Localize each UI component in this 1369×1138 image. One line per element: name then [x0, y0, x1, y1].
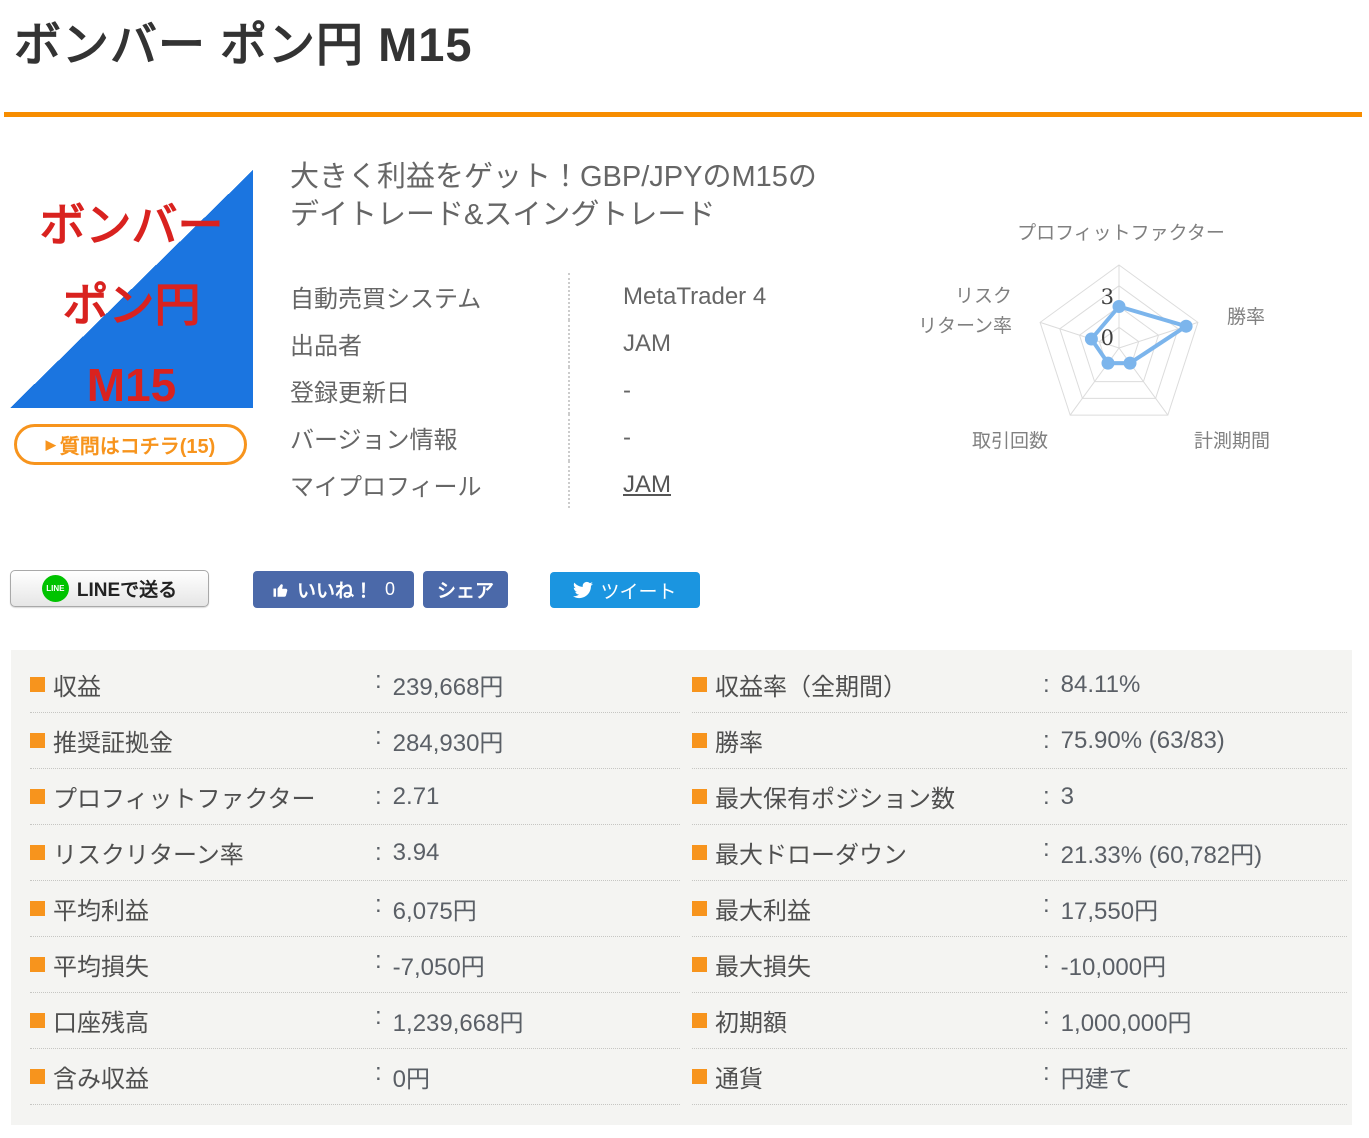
share-label: シェア [436, 581, 494, 602]
bullet-icon [692, 901, 707, 916]
stat-row-max-loss: 最大損失: -10,000円 [692, 937, 1347, 993]
tweet-label: ツイート [600, 581, 677, 603]
stat-row-max-drawdown: 最大ドローダウン:21.33% (60,782円) [692, 825, 1347, 881]
info-row: マイプロフィール JAM [290, 461, 890, 508]
info-value: - [568, 367, 631, 414]
bullet-icon [30, 1013, 45, 1028]
seller-profile-link[interactable]: JAM [623, 471, 671, 499]
radar-label-profit-factor: プロフィットファクター [1017, 222, 1225, 244]
question-button[interactable]: ▶ 質問はコチラ(15) [14, 424, 247, 465]
line-icon: LINE [41, 575, 69, 602]
info-value: JAM [568, 461, 671, 508]
stat-row-max-positions: 最大保有ポジション数:3 [692, 769, 1347, 825]
page-title: ボンバー ポン円 M15 [14, 18, 473, 71]
tweet-button[interactable]: ツイート [550, 572, 700, 608]
stat-row-unrealized: 含み収益:0円 [30, 1049, 680, 1105]
stat-row-balance: 口座残高:1,239,668円 [30, 993, 680, 1049]
product-thumbnail: ボンバー ポン円 M15 [10, 170, 253, 411]
stat-row-margin: 推奨証拠金:284,930円 [30, 713, 680, 769]
product-image-text: ボンバー [39, 199, 224, 251]
stat-row-avg-loss: 平均損失: -7,050円 [30, 937, 680, 993]
line-share-label: LINEで送る [76, 580, 178, 601]
stat-row-max-profit: 最大利益:17,550円 [692, 881, 1347, 937]
stat-row-initial-deposit: 初期額:1,000,000円 [692, 993, 1347, 1049]
bullet-icon [30, 845, 45, 860]
radar-label-risk-return-2: リターン率 [918, 315, 1012, 337]
bullet-icon [30, 789, 45, 804]
radar-tick-0: 0 [1101, 326, 1114, 350]
radar-label-risk-return-1: リスク [955, 285, 1012, 307]
bullet-icon [692, 845, 707, 860]
info-value: - [568, 414, 631, 461]
radar-tick-3: 3 [1101, 285, 1114, 309]
info-row: バージョン情報 - [290, 414, 890, 461]
bullet-icon [30, 901, 45, 916]
facebook-like-button[interactable]: いいね！ 0 [253, 571, 414, 608]
stats-column-left: 収益:239,668円 推奨証拠金:284,930円 プロフィットファクター:2… [30, 657, 680, 1105]
stats-column-right: 収益率（全期間）:84.11% 勝率:75.90% (63/83) 最大保有ポジ… [692, 657, 1347, 1105]
stat-row-risk-return: リスクリターン率:3.94 [30, 825, 680, 881]
bullet-icon [692, 789, 707, 804]
info-label: バージョン情報 [290, 427, 458, 454]
bullet-icon [30, 677, 45, 692]
stat-row-win-rate: 勝率:75.90% (63/83) [692, 713, 1347, 769]
stat-row-shueki: 収益:239,668円 [30, 657, 680, 713]
thumbs-up-icon [273, 583, 288, 597]
line-share-button[interactable]: LINE LINEで送る [10, 570, 209, 607]
twitter-bird-icon [573, 581, 594, 599]
bullet-icon [692, 733, 707, 748]
radar-label-trade-count: 取引回数 [972, 430, 1048, 452]
radar-label-win-rate: 勝率 [1227, 306, 1265, 328]
facebook-share-button[interactable]: シェア [423, 571, 508, 608]
stat-row-return-rate: 収益率（全期間）:84.11% [692, 657, 1347, 713]
stat-row-profit-factor: プロフィットファクター:2.71 [30, 769, 680, 825]
radar-label-period: 計測期間 [1194, 430, 1270, 452]
info-label: マイプロフィール [290, 474, 482, 501]
info-row: 出品者 JAM [290, 320, 890, 367]
info-row: 自動売買システム MetaTrader 4 [290, 273, 890, 320]
stat-row-currency: 通貨: 円建て [692, 1049, 1347, 1105]
info-row: 登録更新日 - [290, 367, 890, 414]
bullet-icon [30, 957, 45, 972]
like-label: いいね！ [296, 581, 373, 602]
stat-row-avg-profit: 平均利益:6,075円 [30, 881, 680, 937]
bullet-icon [692, 677, 707, 692]
info-value: MetaTrader 4 [568, 273, 766, 320]
bullet-icon [692, 1069, 707, 1084]
product-image-text: ポン円 [62, 279, 201, 331]
bullet-icon [692, 1013, 707, 1028]
performance-stats-panel: 収益:239,668円 推奨証拠金:284,930円 プロフィットファクター:2… [11, 650, 1352, 1125]
product-image-text: M15 [86, 359, 177, 411]
arrow-right-icon: ▶ [45, 436, 56, 452]
radar-chart: 3 0 プロフィットファクター 勝率 リスク リターン率 取引回数 計測期間 [890, 195, 1360, 495]
title-underline [4, 112, 1362, 117]
bullet-icon [30, 733, 45, 748]
bullet-icon [692, 957, 707, 972]
info-label: 出品者 [290, 333, 362, 360]
product-headline: 大きく利益をゲット！GBP/JPYのM15の デイトレード&スイングトレード [290, 161, 817, 231]
info-label: 登録更新日 [290, 380, 410, 407]
info-value: JAM [568, 320, 671, 367]
info-label: 自動売買システム [290, 286, 482, 313]
bullet-icon [30, 1069, 45, 1084]
like-count: 0 [385, 579, 396, 599]
radar-grid [1039, 264, 1199, 416]
question-button-label: 質問はコチラ(15) [59, 436, 216, 458]
product-info-list: 自動売買システム MetaTrader 4 出品者 JAM 登録更新日 - バー… [290, 273, 890, 508]
